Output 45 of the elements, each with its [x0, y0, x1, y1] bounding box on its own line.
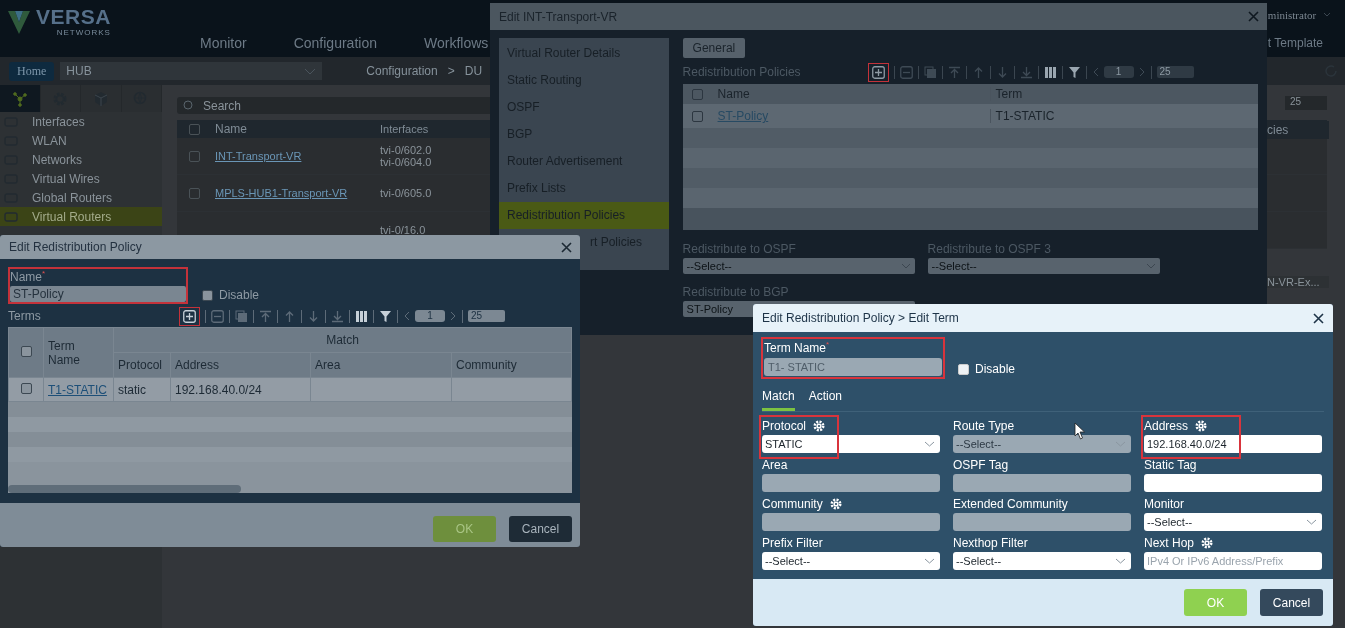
- column-header: cies: [1267, 121, 1329, 139]
- table-cell: tvi-0/605.0: [380, 187, 432, 199]
- field-label: Redistribute to OSPF: [682, 242, 797, 256]
- column-header: Term Name: [48, 338, 80, 367]
- checkbox-label: Disable: [975, 362, 1016, 376]
- checkbox-label: Disable: [219, 288, 260, 302]
- column-header: Protocol: [118, 358, 163, 372]
- field-label: Prefix Filter: [762, 535, 823, 550]
- breadcrumb-item: DU: [464, 64, 483, 78]
- field-label: Community: [762, 496, 823, 511]
- field-label: Extended Community: [953, 496, 1068, 511]
- table-cell: tvi-0/602.0: [380, 144, 432, 156]
- section-title: Redistribution Policies: [682, 65, 802, 79]
- logo-text: VERSA: [36, 6, 111, 28]
- table-cell: 192.168.40.0/24: [175, 382, 262, 397]
- field-label: Term Name$^{*}$: [764, 340, 831, 355]
- field-label: Name$^{*}$: [10, 269, 47, 284]
- dialog-title: Edit Redistribution Policy: [9, 240, 142, 254]
- table-cell: static: [118, 382, 146, 397]
- field-label: Monitor: [1144, 496, 1184, 511]
- column-group-header: Match: [326, 333, 359, 347]
- table-cell: tvi-0/16.0: [380, 224, 426, 236]
- field-label: Nexthop Filter: [953, 535, 1028, 550]
- breadcrumb-item: Configuration: [366, 64, 438, 78]
- column-header: Interfaces: [380, 123, 429, 135]
- column-header: Address: [175, 358, 220, 372]
- table-cell: N-VR-Ex...: [1267, 276, 1329, 288]
- field-label: Redistribute to BGP: [682, 285, 790, 299]
- column-header: Name: [214, 122, 248, 136]
- column-header: Area: [315, 358, 341, 372]
- field-label: Redistribute to OSPF 3: [927, 242, 1052, 256]
- field-label: OSPF Tag: [953, 457, 1009, 472]
- field-label: Static Tag: [1144, 457, 1197, 472]
- dialog-title: Edit Redistribution Policy > Edit Term: [762, 311, 959, 325]
- table-cell: tvi-0/604.0: [380, 156, 432, 168]
- field-label: Protocol: [762, 418, 807, 433]
- field-label: Next Hop: [1144, 535, 1195, 550]
- logo-subtitle: NETWORKS: [56, 28, 111, 37]
- column-header: Community: [456, 358, 517, 372]
- field-label: Route Type: [953, 418, 1015, 433]
- section-title: Terms: [8, 309, 42, 323]
- field-label: Address: [1144, 418, 1189, 433]
- table-cell-text: T1-STATIC: [994, 109, 1055, 123]
- field-label: Area: [762, 457, 788, 472]
- breadcrumb-item: >: [447, 64, 455, 78]
